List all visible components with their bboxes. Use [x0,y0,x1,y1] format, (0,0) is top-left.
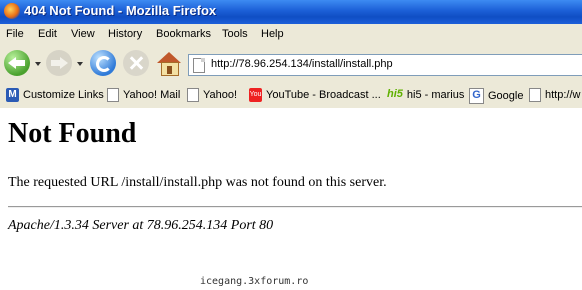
page-icon [529,88,541,102]
google-icon: G [469,88,484,104]
back-arrow-icon [4,50,30,76]
error-message: The requested URL /install/install.php w… [8,175,387,190]
menu-tools[interactable]: Tools [222,28,248,40]
hi5-icon: hi5 [387,88,403,100]
bookmark-hi5[interactable]: hi5 hi5 - marius [387,88,464,104]
window-title: 404 Not Found - Mozilla Firefox [24,3,217,18]
page-icon [107,88,119,102]
bookmark-http[interactable]: http://w [529,88,580,104]
forward-history-dropdown-icon[interactable] [77,62,83,66]
reload-button[interactable] [90,50,118,78]
bookmark-yahoo-mail[interactable]: Yahoo! Mail [107,88,180,104]
reload-icon [90,50,116,76]
server-signature: Apache/1.3.34 Server at 78.96.254.134 Po… [8,218,274,233]
bookmark-customize-links[interactable]: M Customize Links [6,88,104,104]
divider [8,206,582,208]
youtube-icon: You [249,88,262,102]
site-page-icon [193,58,205,73]
forward-arrow-icon [46,50,72,76]
firefox-logo-icon [4,3,20,19]
watermark-text: icegang.3xforum.ro [200,276,309,287]
menu-bar: File Edit View History Bookmarks Tools H… [0,24,582,47]
menu-history[interactable]: History [108,28,142,40]
menu-view[interactable]: View [71,28,95,40]
bookmark-google[interactable]: G Google [469,88,523,104]
bookmarks-toolbar: M Customize Links Yahoo! Mail Yahoo! You Y… [0,84,582,109]
page-icon [187,88,199,102]
menu-help[interactable]: Help [261,28,284,40]
window-titlebar[interactable]: 404 Not Found - Mozilla Firefox [0,0,582,24]
home-button[interactable] [156,50,184,78]
page-content: Not Found The requested URL /install/ins… [0,108,582,290]
menu-file[interactable]: File [6,28,24,40]
menu-bookmarks[interactable]: Bookmarks [156,28,211,40]
forward-button[interactable] [46,50,74,78]
url-text[interactable]: http://78.96.254.134/install/install.php [211,58,393,70]
home-icon [156,50,182,76]
back-button[interactable] [4,50,32,78]
page-heading: Not Found [8,118,137,149]
menu-edit[interactable]: Edit [38,28,57,40]
stop-button[interactable] [123,50,151,78]
stop-icon [123,50,149,76]
customize-links-icon: M [6,88,19,102]
bookmark-youtube[interactable]: You YouTube - Broadcast ... [249,88,381,104]
bookmark-yahoo[interactable]: Yahoo! [187,88,237,104]
address-bar[interactable]: http://78.96.254.134/install/install.php [188,54,582,76]
back-history-dropdown-icon[interactable] [35,62,41,66]
